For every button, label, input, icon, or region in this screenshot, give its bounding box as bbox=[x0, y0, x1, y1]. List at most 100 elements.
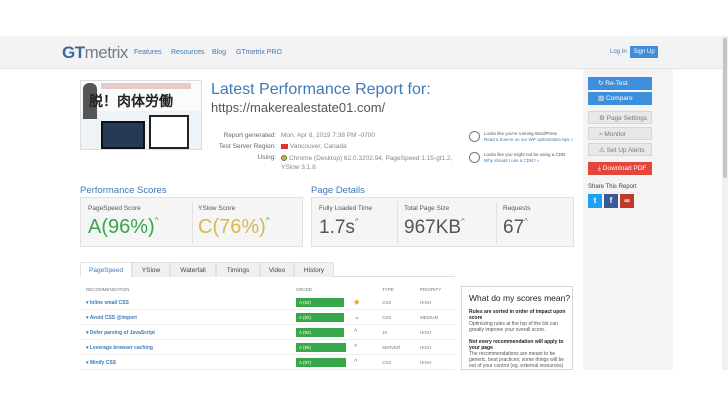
tab-history[interactable]: History bbox=[294, 262, 334, 277]
wordpress-tip: Looks like you're running WordPress Read … bbox=[484, 131, 574, 143]
cdn-tip: Looks like you might not be using a CDN W… bbox=[484, 152, 574, 164]
help-title: What do my scores mean? bbox=[469, 293, 571, 303]
compare-button[interactable]: ▥ Compare bbox=[588, 92, 652, 105]
help-rule-2: Not every recommendation will apply to y… bbox=[469, 339, 564, 351]
recommendation-name[interactable]: ▾ Minify CSS bbox=[86, 360, 116, 366]
details-divider bbox=[397, 202, 398, 244]
pagespeed-grade: A bbox=[88, 216, 102, 238]
page-size-value: 967KB bbox=[404, 217, 462, 238]
download-pdf-button[interactable]: ⤓ Download PDF bbox=[588, 162, 652, 175]
trend-up-icon: ^ bbox=[154, 216, 159, 225]
region-label: Test Server Region: bbox=[218, 143, 276, 150]
trend-up-icon: ^ bbox=[354, 344, 358, 351]
table-row[interactable]: ▾ Defer parsing of JavaScript A (92) ^ J… bbox=[80, 326, 455, 340]
using-value-wrap: Chrome (Desktop) 62.0.3202.94, PageSpeed… bbox=[281, 154, 461, 172]
nav-blog[interactable]: Blog bbox=[212, 49, 226, 56]
table-row[interactable]: ▾ Avoid CSS @import A (92) ⌄ CSS MEDIUM bbox=[80, 311, 455, 325]
requests: 67^ bbox=[503, 217, 528, 239]
recommendation-name[interactable]: ▾ Defer parsing of JavaScript bbox=[86, 330, 155, 336]
wordpress-tip-text: Looks like you're running WordPress bbox=[484, 131, 558, 136]
tab-timings[interactable]: Timings bbox=[216, 262, 260, 277]
site-screenshot-thumbnail: 脱！肉体労働 bbox=[80, 80, 202, 150]
page-settings-button[interactable]: ⚙ Page Settings bbox=[588, 111, 652, 124]
twitter-icon[interactable]: t bbox=[588, 194, 602, 208]
details-divider bbox=[496, 202, 497, 244]
grade-bar: A (97) bbox=[296, 358, 346, 367]
table-row[interactable]: ▾ Leverage browser caching A (96) ^ SERV… bbox=[80, 341, 455, 355]
scrollbar[interactable] bbox=[722, 36, 728, 370]
row-priority: HIGH bbox=[420, 345, 432, 350]
row-priority: HIGH bbox=[420, 330, 432, 335]
row-priority: HIGH bbox=[420, 300, 432, 305]
page-details-title: Page Details bbox=[311, 185, 365, 196]
region-value: Vancouver, Canada bbox=[290, 143, 347, 150]
page-size: 967KB^ bbox=[404, 217, 465, 239]
grade-bar: A (96) bbox=[296, 343, 346, 352]
login-link[interactable]: Log In bbox=[610, 49, 627, 55]
facebook-icon[interactable]: f bbox=[604, 194, 618, 208]
scrollbar-thumb[interactable] bbox=[723, 38, 727, 178]
trend-up-icon: ^ bbox=[265, 216, 270, 225]
nav-features[interactable]: Features bbox=[134, 49, 162, 56]
logo-gt: GT bbox=[62, 43, 85, 62]
header-recommendation: RECOMMENDATION bbox=[86, 287, 130, 292]
page-top-band bbox=[0, 0, 728, 36]
page-size-label: Total Page Size bbox=[404, 205, 450, 212]
tab-yslow[interactable]: YSlow bbox=[132, 262, 170, 277]
tab-waterfall[interactable]: Waterfall bbox=[170, 262, 216, 277]
region-value-wrap: Vancouver, Canada bbox=[281, 143, 347, 150]
nav-resources[interactable]: Resources bbox=[171, 49, 204, 56]
requests-value: 67 bbox=[503, 217, 525, 238]
load-time: 1.7s^ bbox=[319, 217, 359, 239]
recommendation-name[interactable]: ▾ Leverage browser caching bbox=[86, 345, 153, 351]
retest-button[interactable]: ↻ Re-Test bbox=[588, 77, 652, 90]
performance-scores-box: PageSpeed Score A(96%)^ YSlow Score C(76… bbox=[80, 197, 303, 247]
monitor-button[interactable]: ≈ Monitor bbox=[588, 127, 652, 140]
header-grade: GRADE bbox=[296, 287, 313, 292]
table-row[interactable]: ▾ Inline small CSS A (92) ◆ CSS HIGH bbox=[80, 296, 455, 310]
generated-label: Report generated: bbox=[223, 132, 276, 139]
grade-bar: A (92) bbox=[296, 313, 344, 322]
report-title: Latest Performance Report for: bbox=[211, 81, 431, 98]
tab-pagespeed[interactable]: PageSpeed bbox=[80, 262, 132, 277]
signup-button[interactable]: Sign Up bbox=[630, 46, 658, 58]
header-type: TYPE bbox=[382, 287, 394, 292]
using-label: Using: bbox=[257, 154, 276, 161]
row-priority: MEDIUM bbox=[420, 315, 439, 320]
cdn-tip-link[interactable]: Why should I use a CDN? » bbox=[484, 158, 540, 163]
row-type: SERVER bbox=[382, 345, 401, 350]
pagespeed-label: PageSpeed Score bbox=[88, 205, 141, 212]
scores-divider bbox=[192, 202, 193, 244]
link-icon[interactable]: ∞ bbox=[620, 194, 634, 208]
trend-down-icon: ⌄ bbox=[354, 314, 360, 321]
recommendation-name[interactable]: ▾ Avoid CSS @import bbox=[86, 315, 137, 321]
row-type: CSS bbox=[382, 360, 392, 365]
gtmetrix-logo[interactable]: GTmetrix bbox=[62, 43, 128, 63]
chrome-icon bbox=[281, 155, 287, 162]
grade-bar: A (92) bbox=[296, 328, 344, 337]
canada-flag-icon bbox=[281, 143, 288, 149]
thumbnail-tablet bbox=[149, 115, 189, 149]
report-url[interactable]: https://makerealestate01.com/ bbox=[211, 100, 385, 115]
nav-gtmetrix-pro[interactable]: GTmetrix PRO bbox=[236, 49, 282, 56]
load-time-label: Fully Loaded Time bbox=[319, 205, 373, 212]
tab-video[interactable]: Video bbox=[260, 262, 294, 277]
requests-label: Requests bbox=[503, 205, 531, 212]
top-nav: GTmetrix Features Resources Blog GTmetri… bbox=[0, 36, 722, 69]
share-label: Share This Report bbox=[588, 184, 637, 190]
cdn-tip-text: Looks like you might not be using a CDN bbox=[484, 152, 566, 157]
cdn-icon bbox=[469, 152, 480, 163]
table-row[interactable]: ▾ Minify CSS A (97) ^ CSS HIGH bbox=[80, 356, 455, 370]
scores-help-box: What do my scores mean? Rules are sorted… bbox=[461, 286, 573, 370]
wordpress-tip-link[interactable]: Read a how-to on our WP optimization tip… bbox=[484, 137, 573, 142]
thumbnail-headline: 脱！肉体労働 bbox=[89, 93, 173, 109]
yslow-percent: (76%) bbox=[212, 216, 266, 238]
logo-metrix: metrix bbox=[84, 43, 129, 62]
using-value: Chrome (Desktop) 62.0.3202.94, PageSpeed… bbox=[281, 155, 453, 171]
set-up-alerts-button[interactable]: ⚠ Set Up Alerts bbox=[588, 143, 652, 156]
recommendation-name[interactable]: ▾ Inline small CSS bbox=[86, 300, 129, 306]
report-tabs: PageSpeed YSlow Waterfall Timings Video … bbox=[80, 262, 455, 277]
yslow-score: C(76%)^ bbox=[198, 216, 270, 239]
page-details-box: Fully Loaded Time 1.7s^ Total Page Size … bbox=[311, 197, 574, 247]
thumbnail-banner bbox=[101, 83, 191, 89]
